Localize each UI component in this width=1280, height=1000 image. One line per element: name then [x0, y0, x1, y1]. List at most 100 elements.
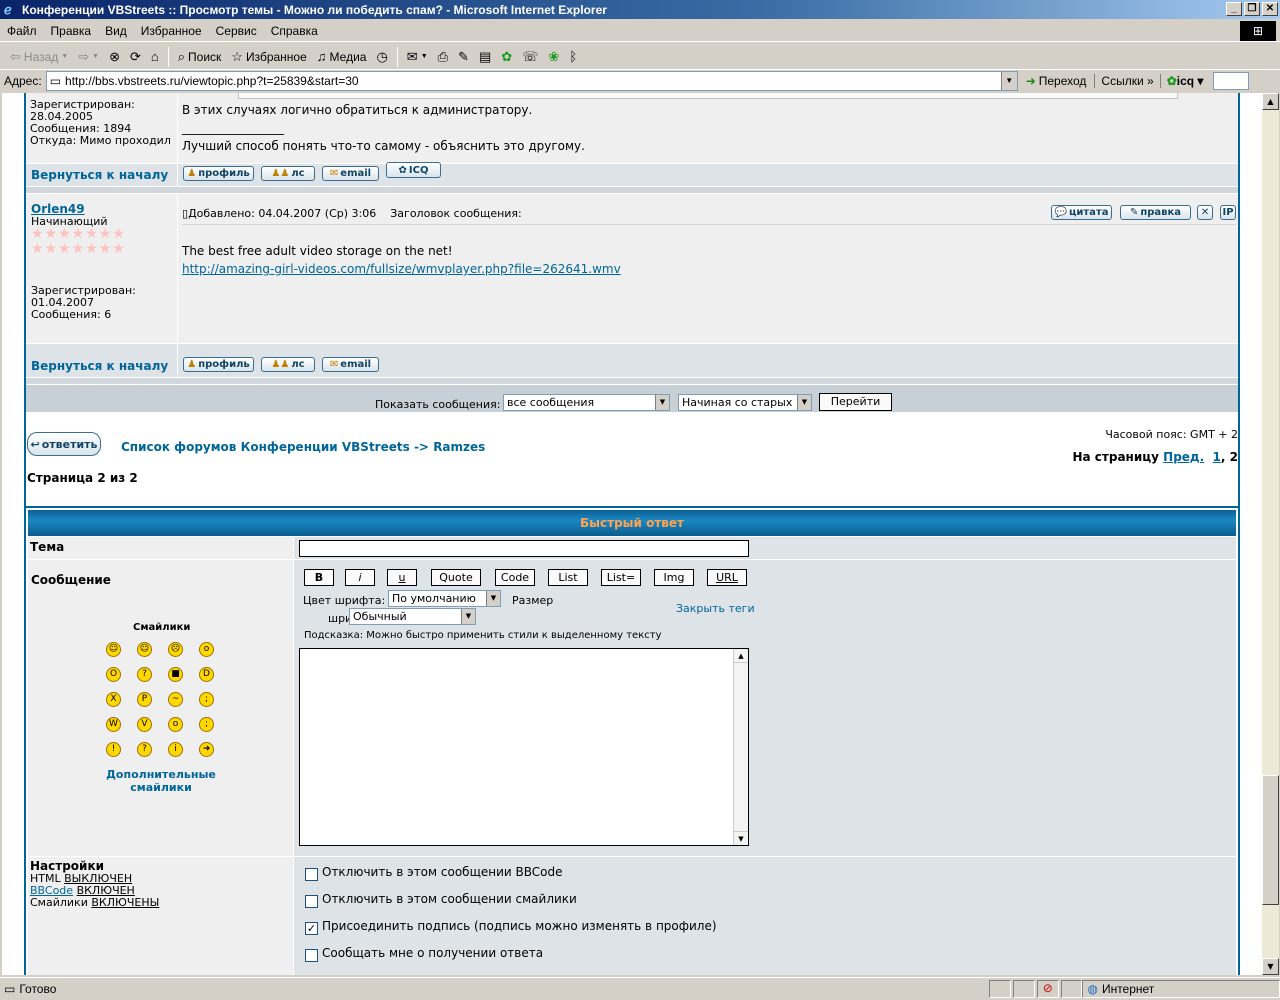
smiley-smile-icon[interactable]: ☺ — [137, 642, 152, 657]
smiley-very-happy-icon[interactable]: ☺ — [106, 642, 121, 657]
minimize-button[interactable]: _ — [1226, 2, 1242, 16]
post1-email-button[interactable]: ✉ email — [322, 166, 379, 181]
print-button[interactable]: ⎙ — [434, 47, 452, 67]
post2-profile-button[interactable]: ♟ профиль — [183, 357, 254, 372]
post2-email-button[interactable]: ✉ email — [322, 357, 379, 372]
smiley-crying-icon[interactable]: ; — [199, 692, 214, 707]
smiley-sad-icon[interactable]: ☹ — [168, 642, 183, 657]
smiley-evil-icon[interactable]: W — [106, 717, 121, 732]
favorites-button[interactable]: ☆ Избранное — [227, 47, 310, 67]
icq-toolbar[interactable]: ✿icq ▾ — [1159, 74, 1210, 88]
post1-profile-button[interactable]: ♟ профиль — [183, 166, 254, 181]
subject-input[interactable] — [299, 540, 749, 557]
smiley-idea-icon[interactable]: i — [168, 742, 183, 757]
textarea-scrollbar[interactable]: ▲ ▼ — [733, 649, 748, 845]
smiley-arrow-icon[interactable]: ➜ — [199, 742, 214, 757]
forum-link[interactable]: Ramzes — [433, 440, 485, 454]
post2-ip-button[interactable]: IP — [1220, 205, 1236, 220]
post1-back-to-top-link[interactable]: Вернуться к началу — [31, 168, 168, 182]
scroll-thumb[interactable] — [1262, 775, 1279, 905]
menu-view[interactable]: Вид — [98, 24, 134, 38]
messenger-button[interactable]: ☏ — [518, 47, 542, 67]
maximize-button[interactable]: ❐ — [1244, 2, 1260, 16]
smiley-mad-icon[interactable]: X — [106, 692, 121, 707]
bbcode-quote-button[interactable]: Quote — [431, 569, 481, 586]
page-scrollbar[interactable]: ▲ ▼ — [1262, 93, 1279, 975]
links-button[interactable]: Ссылки » — [1094, 74, 1159, 88]
discuss-button[interactable]: ▤ — [475, 47, 495, 67]
refresh-button[interactable]: ⟳ — [126, 47, 145, 67]
bbcode-underline-button[interactable]: u — [387, 569, 417, 586]
display-order-select[interactable]: Начиная со старых ▼ — [678, 394, 812, 411]
scroll-down-icon[interactable]: ▼ — [1262, 958, 1279, 975]
back-button[interactable]: ⇦ Назад ▼ — [6, 47, 72, 67]
icq-button[interactable]: ❀ — [544, 47, 563, 67]
menu-tools[interactable]: Сервис — [209, 24, 264, 38]
disable-smilies-checkbox[interactable] — [305, 895, 318, 908]
page-1-link[interactable]: 1 — [1213, 450, 1221, 464]
smiley-embarrassed-icon[interactable]: ~ — [168, 692, 183, 707]
menu-help[interactable]: Справка — [264, 24, 325, 38]
chevron-up-icon[interactable]: ▲ — [734, 649, 748, 663]
post2-author-link[interactable]: Orlen49 — [31, 202, 85, 216]
disable-bbcode-checkbox[interactable] — [305, 868, 318, 881]
smiley-question-icon[interactable]: ? — [137, 742, 152, 757]
smiley-cool-icon[interactable]: ■ — [168, 667, 183, 682]
bbcode-url-button[interactable]: URL — [707, 569, 747, 586]
smiley-shocked-icon[interactable]: O — [106, 667, 121, 682]
menu-file[interactable]: Файл — [0, 24, 44, 38]
mail-button[interactable]: ✉ ▼ — [403, 47, 432, 67]
close-button[interactable]: ✕ — [1262, 2, 1278, 16]
font-color-select[interactable]: По умолчанию ▼ — [388, 590, 501, 607]
reply-button[interactable]: ↩ ответить — [27, 432, 101, 456]
bbcode-list-button[interactable]: List — [548, 569, 588, 586]
smiley-razz-icon[interactable]: P — [137, 692, 152, 707]
search-button[interactable]: ⌕ Поиск — [174, 47, 226, 67]
post2-edit-button[interactable]: ✎ правка — [1120, 205, 1191, 220]
bbcode-bold-button[interactable]: B — [304, 569, 334, 586]
media-button[interactable]: ♫ Медиа — [313, 47, 371, 66]
smiley-surprised-icon[interactable]: o — [199, 642, 214, 657]
display-filter-select[interactable]: все сообщения ▼ — [503, 394, 670, 411]
chevron-down-icon[interactable]: ▼ — [1000, 72, 1017, 90]
forum-index-link[interactable]: Список форумов Конференции VBStreets — [121, 440, 410, 454]
stop-button[interactable]: ⊗ — [105, 47, 124, 67]
post2-back-to-top-link[interactable]: Вернуться к началу — [31, 359, 168, 373]
scroll-up-icon[interactable]: ▲ — [1262, 93, 1279, 110]
popup-blocker-icon[interactable]: ⊘ — [1036, 979, 1059, 998]
chevron-down-icon[interactable]: ▼ — [734, 831, 748, 845]
post2-quote-button[interactable]: 💬 цитата — [1051, 205, 1112, 220]
edit-page-button[interactable]: ✎ — [454, 47, 473, 67]
menu-edit[interactable]: Правка — [44, 24, 99, 38]
prev-page-link[interactable]: Пред. — [1163, 450, 1204, 464]
bbcode-img-button[interactable]: Img — [654, 569, 694, 586]
home-button[interactable]: ⌂ — [147, 47, 163, 66]
post2-delete-button[interactable]: ✕ — [1197, 205, 1213, 220]
address-input[interactable]: ▭ http://bbs.vbstreets.ru/viewtopic.php?… — [45, 71, 1018, 91]
menu-favorites[interactable]: Избранное — [134, 24, 209, 38]
smiley-rolleyes-icon[interactable]: o — [168, 717, 183, 732]
message-textarea[interactable]: ▲ ▼ — [299, 648, 749, 846]
smiley-laughing-icon[interactable]: D — [199, 667, 214, 682]
post1-icq-button[interactable]: ✿ ICQ — [386, 162, 441, 178]
attach-signature-checkbox[interactable]: ✓ — [305, 922, 318, 935]
bluetooth-button[interactable]: ᛒ — [565, 47, 581, 66]
smiley-twisted-icon[interactable]: V — [137, 717, 152, 732]
icq-search-input[interactable] — [1213, 72, 1250, 90]
icq-pro-button[interactable]: ✿ — [497, 47, 516, 67]
smiley-confused-icon[interactable]: ? — [137, 667, 152, 682]
post2-link[interactable]: http://amazing-girl-videos.com/fullsize/… — [182, 262, 621, 276]
smiley-exclamation-icon[interactable]: ! — [106, 742, 121, 757]
post1-pm-button[interactable]: ♟♟ лс — [261, 166, 315, 181]
forward-button[interactable]: ⇨ ▼ — [74, 47, 103, 67]
post2-pm-button[interactable]: ♟♟ лс — [261, 357, 315, 372]
smiley-wink-icon[interactable]: ; — [199, 717, 214, 732]
more-smilies-link[interactable]: Дополнительные смайлики — [96, 768, 226, 794]
notify-reply-checkbox[interactable] — [305, 949, 318, 962]
history-button[interactable]: ◷ — [372, 47, 391, 67]
close-tags-link[interactable]: Закрыть теги — [676, 602, 755, 615]
bbcode-list-numbered-button[interactable]: List= — [601, 569, 641, 586]
bbcode-code-button[interactable]: Code — [495, 569, 535, 586]
font-size-select[interactable]: Обычный ▼ — [349, 608, 476, 625]
display-go-button[interactable]: Перейти — [819, 393, 892, 411]
